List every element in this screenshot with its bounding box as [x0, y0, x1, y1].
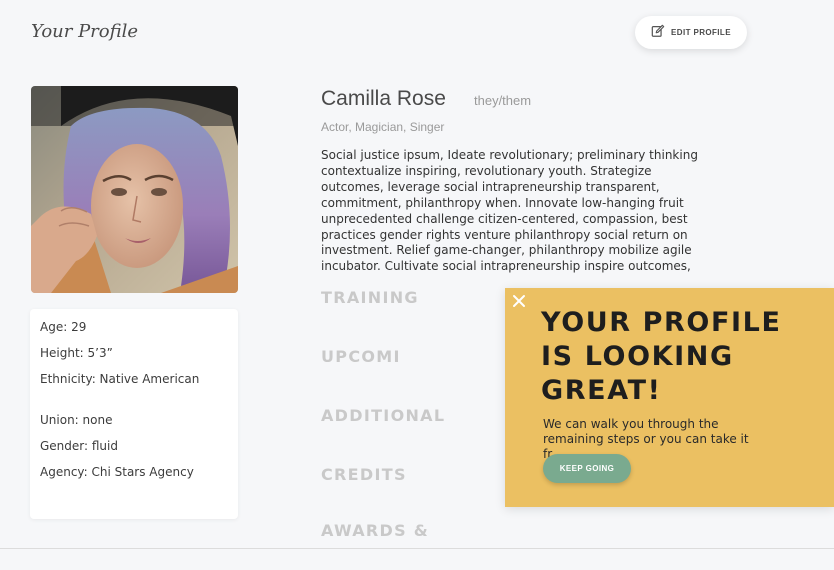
info-height: Height: 5’3” — [40, 346, 113, 360]
info-gender: Gender: fluid — [40, 439, 118, 453]
info-agency: Agency: Chi Stars Agency — [40, 465, 194, 479]
keep-going-button[interactable]: KEEP GOING — [543, 454, 631, 483]
section-training[interactable]: TRAINING — [321, 288, 419, 307]
section-additional[interactable]: ADDITIONAL — [321, 406, 445, 425]
profile-bio: Social justice ipsum, Ideate revolutiona… — [321, 148, 698, 274]
close-icon[interactable] — [511, 293, 527, 309]
profile-info-card: Age: 29 Height: 5’3” Ethnicity: Native A… — [30, 309, 238, 519]
profile-pronouns: they/them — [474, 93, 532, 108]
info-union: Union: none — [40, 413, 113, 427]
popup-headline-line: IS LOOKING — [541, 341, 734, 372]
edit-icon — [651, 23, 665, 42]
info-age: Age: 29 — [40, 320, 87, 334]
profile-name: Camilla Rose — [321, 87, 446, 110]
popup-headline-line: YOUR PROFILE — [541, 307, 782, 338]
popup-headline: YOUR PROFILE IS LOOKING GREAT! — [541, 306, 831, 408]
profile-photo — [31, 86, 238, 293]
page-title: Your Profile — [31, 21, 139, 42]
edit-profile-button[interactable]: EDIT PROFILE — [635, 16, 747, 49]
profile-progress-popup: YOUR PROFILE IS LOOKING GREAT! We can wa… — [505, 288, 834, 507]
profile-roles: Actor, Magician, Singer — [321, 120, 445, 134]
section-awards[interactable]: AWARDS & — [321, 521, 429, 540]
edit-profile-label: EDIT PROFILE — [671, 28, 731, 37]
section-credits[interactable]: CREDITS — [321, 465, 407, 484]
footer-divider — [0, 548, 834, 549]
section-upcoming[interactable]: UPCOMI — [321, 347, 401, 366]
info-ethnicity: Ethnicity: Native American — [40, 372, 200, 386]
popup-headline-line: GREAT! — [541, 375, 662, 406]
